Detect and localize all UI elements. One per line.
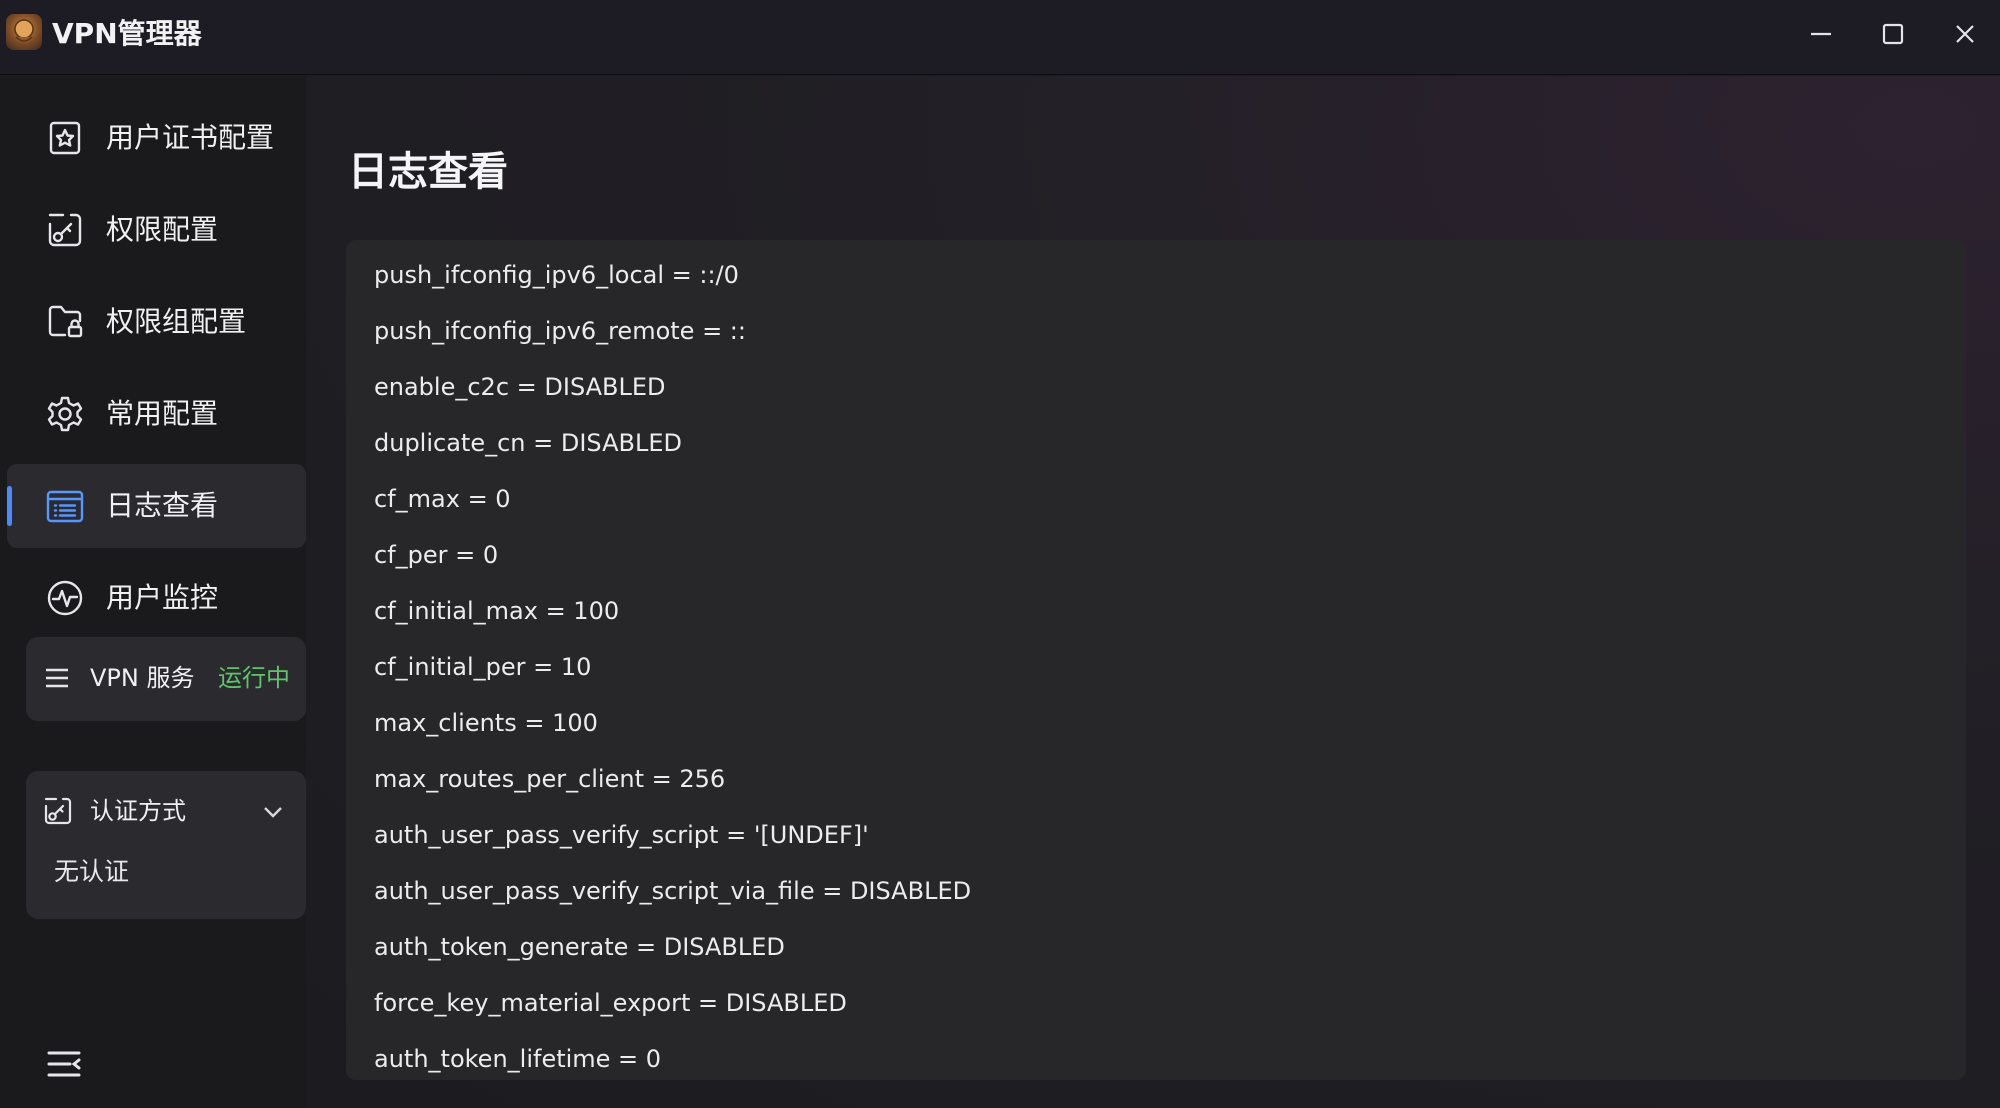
sidebar-item-user-monitor[interactable]: 用户监控 xyxy=(7,556,306,640)
menu-icon xyxy=(44,665,70,691)
minimize-icon xyxy=(1811,32,1831,36)
log-panel[interactable]: push_ifconfig_ipv6_local = ::/0 push_ifc… xyxy=(346,240,1966,1080)
vpn-status-badge: 运行中 xyxy=(218,664,290,692)
app-title: VPN管理器 xyxy=(52,17,202,50)
sidebar-item-user-certificate[interactable]: 用户证书配置 xyxy=(7,96,306,180)
sidebar-item-log-view[interactable]: 日志查看 xyxy=(7,464,306,548)
pulse-icon xyxy=(45,578,85,618)
close-icon xyxy=(1956,25,1974,43)
log-line: cf_max = 0 xyxy=(374,485,511,513)
vpn-service-label: VPN 服务 xyxy=(90,664,195,692)
maximize-button[interactable] xyxy=(1869,14,1917,54)
sidebar-item-label: 用户证书配置 xyxy=(106,121,275,154)
sidebar-item-label: 权限组配置 xyxy=(106,305,247,338)
log-line: enable_c2c = DISABLED xyxy=(374,373,666,401)
minimize-button[interactable] xyxy=(1797,14,1845,54)
app-logo-icon xyxy=(6,14,42,50)
log-line: auth_token_lifetime = 0 xyxy=(374,1045,662,1073)
sidebar-item-permission[interactable]: 权限配置 xyxy=(7,188,306,272)
log-line: duplicate_cn = DISABLED xyxy=(374,429,683,457)
log-line: push_ifconfig_ipv6_local = ::/0 xyxy=(374,261,739,289)
log-line: auth_user_pass_verify_script_via_file = … xyxy=(374,877,972,905)
maximize-icon xyxy=(1882,23,1904,45)
sidebar-item-label: 常用配置 xyxy=(106,397,219,430)
sidebar-item-label: 权限配置 xyxy=(106,213,219,246)
permission-icon xyxy=(42,795,74,827)
log-line: auth_token_generate = DISABLED xyxy=(374,933,785,961)
sidebar-item-permission-group[interactable]: 权限组配置 xyxy=(7,280,306,364)
sidebar-item-label: 用户监控 xyxy=(106,581,219,614)
log-line: cf_initial_max = 100 xyxy=(374,597,620,625)
certificate-icon xyxy=(45,118,85,158)
log-line: max_clients = 100 xyxy=(374,709,598,737)
collapse-menu-icon xyxy=(47,1051,81,1077)
log-line: max_routes_per_client = 256 xyxy=(374,765,726,793)
log-line: force_key_material_export = DISABLED xyxy=(374,989,847,1017)
log-line: push_ifconfig_ipv6_remote = :: xyxy=(374,317,746,345)
sidebar-item-common-settings[interactable]: 常用配置 xyxy=(7,372,306,456)
auth-method-value[interactable]: 无认证 xyxy=(54,855,129,889)
folder-lock-icon xyxy=(45,302,85,342)
collapse-sidebar-button[interactable] xyxy=(46,1048,82,1080)
log-line: cf_initial_per = 10 xyxy=(374,653,592,681)
page-title: 日志查看 xyxy=(348,149,508,195)
log-list-icon xyxy=(45,486,85,526)
gear-icon xyxy=(45,394,85,434)
log-line: cf_per = 0 xyxy=(374,541,499,569)
sidebar: 用户证书配置 权限配置 权限组配置 常用配置 日志查看 用户监控 VPN 服务 … xyxy=(0,76,306,1108)
close-button[interactable] xyxy=(1941,14,1989,54)
chevron-down-icon[interactable] xyxy=(260,799,286,825)
log-line: auth_user_pass_verify_script = '[UNDEF]' xyxy=(374,821,869,849)
sidebar-item-label: 日志查看 xyxy=(106,489,219,522)
vpn-service-card[interactable]: VPN 服务 运行中 xyxy=(26,637,306,721)
permission-icon xyxy=(45,210,85,250)
auth-method-label: 认证方式 xyxy=(90,797,186,825)
main-content: 日志查看 push_ifconfig_ipv6_local = ::/0 pus… xyxy=(306,76,2000,1108)
auth-method-card: 认证方式 无认证 xyxy=(26,771,306,919)
title-bar: VPN管理器 xyxy=(0,0,2000,75)
